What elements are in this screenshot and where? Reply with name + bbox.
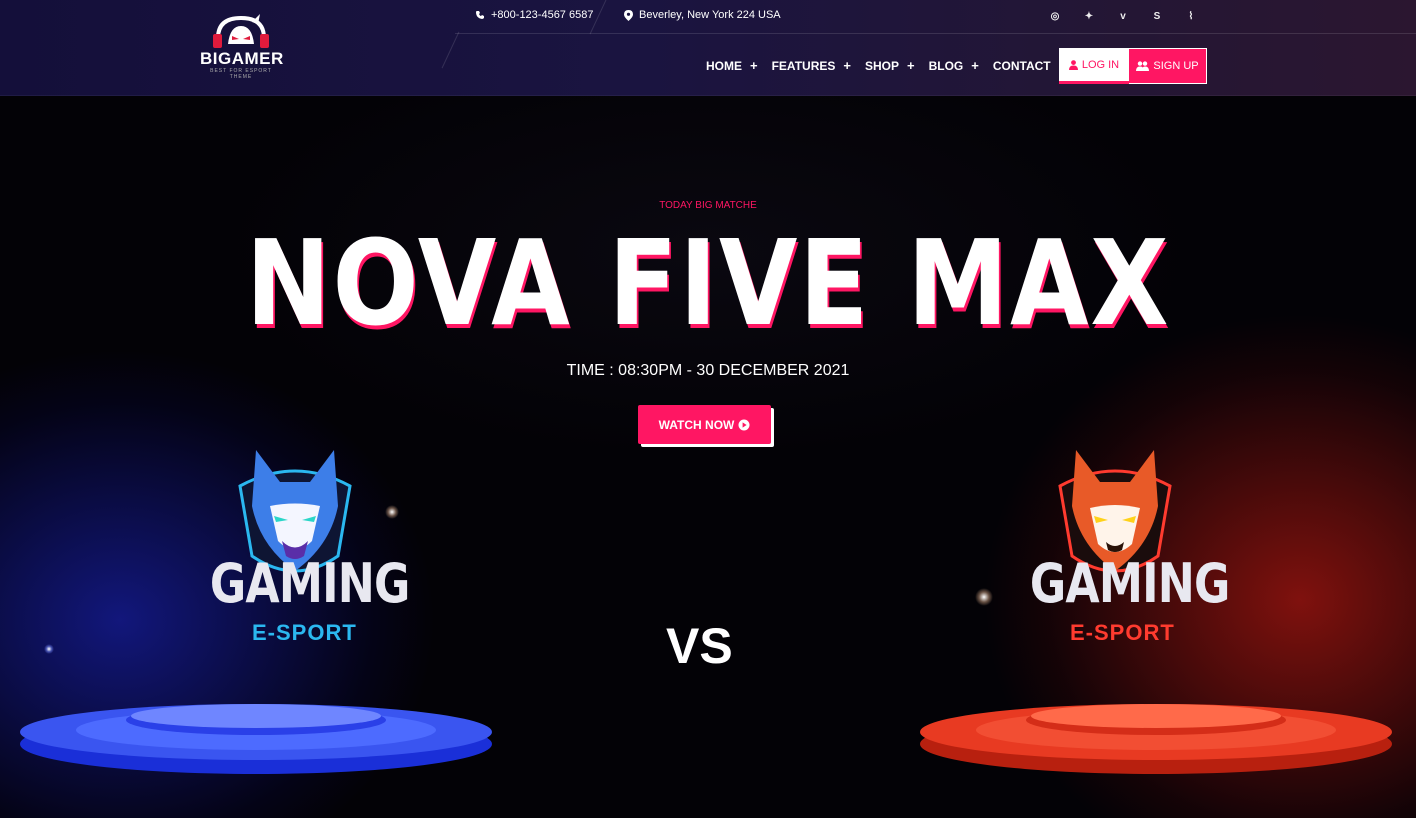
brand-name: BIGAMER: [200, 49, 284, 68]
nav-contact[interactable]: CONTACT: [993, 58, 1051, 73]
phone-number: +800-123-4567 6587: [491, 9, 594, 21]
hero-title: NOVA FIVE MAX: [245, 214, 1171, 352]
site-header: BIGAMER BEST FOR ESPORT THEME +800-123-4…: [0, 0, 1416, 96]
nav-home[interactable]: HOME +: [706, 58, 758, 73]
nav-shop[interactable]: SHOP +: [865, 58, 915, 73]
map-pin-icon: [624, 9, 633, 21]
divider-slash: [441, 31, 460, 69]
nav-contact-label: CONTACT: [992, 58, 1051, 73]
sparkle: [385, 505, 399, 519]
plus-icon: +: [750, 58, 758, 73]
left-team-name: GAMING: [209, 552, 410, 615]
main-nav: HOME + FEATURES + SHOP + BLOG + CONTACT: [706, 58, 1065, 73]
contact-address: Beverley, New York 224 USA: [624, 9, 781, 21]
social-links: ◎ ✦ v S ⌇: [1038, 8, 1208, 24]
nav-blog-label: BLOG: [928, 58, 964, 73]
match-time: TIME : 08:30PM - 30 DECEMBER 2021: [566, 362, 850, 379]
hero-kicker: TODAY BIG MATCHE: [659, 200, 757, 211]
left-team-sub: E-SPORT: [252, 620, 357, 645]
watch-now-button[interactable]: WATCH NOW: [638, 405, 771, 444]
nav-shop-label: SHOP: [864, 58, 899, 73]
login-button[interactable]: LOG IN: [1059, 48, 1129, 84]
watch-now-label: WATCH NOW: [658, 417, 735, 432]
right-team-name: GAMING: [1029, 552, 1230, 615]
login-label: LOG IN: [1081, 58, 1120, 71]
versus-label: VS: [666, 618, 733, 674]
signup-button[interactable]: SIGN UP: [1129, 48, 1207, 84]
nav-blog[interactable]: BLOG +: [929, 58, 979, 73]
plus-icon: +: [843, 58, 851, 73]
sparkle: [44, 644, 54, 654]
contact-phone[interactable]: +800-123-4567 6587: [475, 9, 593, 21]
rss-icon[interactable]: ⌇: [1174, 8, 1208, 24]
phone-icon: [476, 11, 484, 19]
users-icon: [1136, 61, 1150, 71]
brand-tagline: BEST FOR ESPORT THEME: [210, 68, 272, 80]
right-team-sub: E-SPORT: [1070, 620, 1175, 645]
right-podium: [920, 704, 1392, 774]
sparkle: [975, 588, 993, 606]
play-circle-icon: [738, 419, 750, 430]
page: BIGAMER BEST FOR ESPORT THEME +800-123-4…: [0, 0, 1416, 818]
plus-icon: +: [906, 58, 915, 73]
user-icon: [1068, 59, 1078, 70]
dribbble-icon[interactable]: ◎: [1038, 8, 1072, 24]
vimeo-icon[interactable]: v: [1106, 8, 1140, 24]
skype-icon[interactable]: S: [1140, 8, 1174, 24]
nav-features[interactable]: FEATURES +: [772, 58, 851, 73]
nav-features-label: FEATURES: [771, 58, 836, 73]
signup-label: SIGN UP: [1153, 60, 1199, 72]
twitter-icon[interactable]: ✦: [1072, 8, 1106, 24]
headset-mascot-icon: [213, 14, 269, 48]
topbar-divider: [455, 33, 1416, 34]
address-text: Beverley, New York 224 USA: [639, 9, 781, 21]
brand-logo[interactable]: BIGAMER BEST FOR ESPORT THEME: [200, 12, 284, 84]
left-podium: [20, 704, 492, 774]
plus-icon: +: [971, 58, 979, 73]
nav-home-label: HOME: [706, 58, 742, 73]
